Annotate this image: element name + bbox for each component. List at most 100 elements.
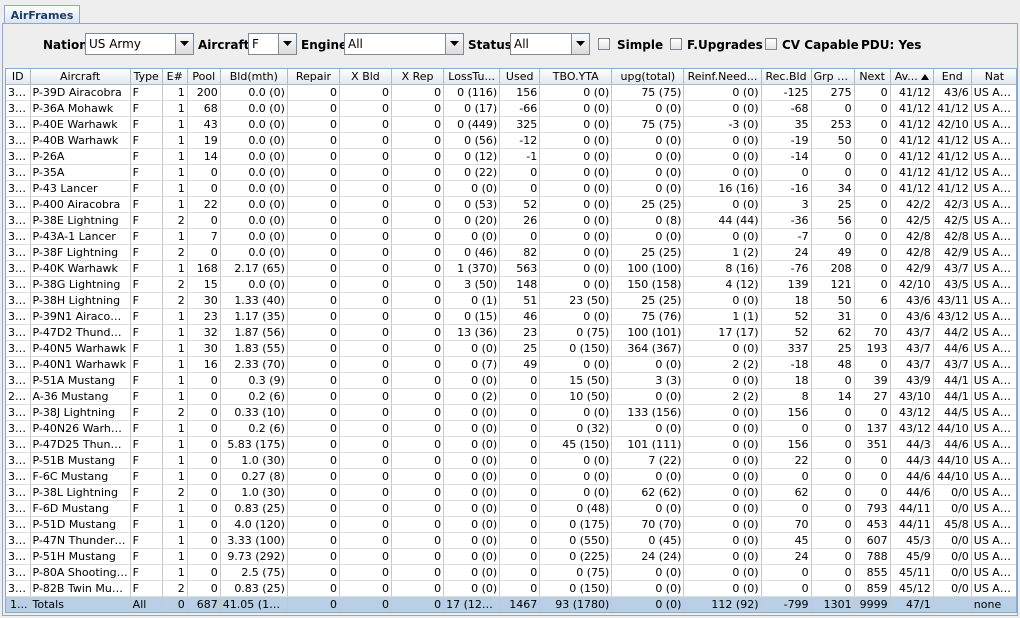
column-header[interactable]: upg(total) — [611, 69, 685, 85]
table-row[interactable]: 342 P-40E Warhawk F 1 43 0.0 (0) 0 0 0 0 (449) 325… — [6, 116, 1016, 133]
chevron-down-icon[interactable] — [278, 34, 296, 54]
table-cell: -14 — [761, 148, 812, 165]
table-row[interactable]: 343 P-40K Warhawk F 1 168 2.17 (65) 0 0 0 1 (370)… — [6, 260, 1016, 277]
table-row[interactable]: 333 P-38H Lightning F 2 30 1.33 (40) 0 0 0 0 (1) 5… — [6, 292, 1016, 309]
column-header[interactable]: Nat — [971, 69, 1016, 85]
table-row[interactable]: 345 P-40N5 Warhawk F 1 30 1.83 (55) 0 0 0 0 (0) 25… — [6, 340, 1016, 357]
table-row[interactable]: 326 P-26A F 1 14 0.0 (0) 0 0 0 0 (12) -1 0 (0) 0 (0)… — [6, 148, 1016, 165]
table-cell: 0 (0) — [683, 228, 762, 245]
column-header[interactable]: Next — [854, 69, 891, 85]
table-cell: 0 — [287, 84, 340, 101]
table-row[interactable]: 346 P-40N26 Warhawk F 1 0 0.2 (6) 0 0 0 0 (0) 0 0 (… — [6, 420, 1016, 437]
table-row[interactable]: 318 F-6C Mustang F 1 0 0.27 (8) 0 0 0 0 (0) 0 0 (0)… — [6, 468, 1016, 485]
column-header[interactable]: Bld(mth) — [220, 69, 288, 85]
table-row[interactable]: 327 P-35A F 1 0 0.0 (0) 0 0 0 0 (22) 0 0 (0) 0 (0) 0 … — [6, 164, 1016, 181]
table-row[interactable]: 344 P-40N1 Warhawk F 1 16 2.33 (70) 0 0 0 0 (7) 49… — [6, 356, 1016, 373]
column-header-label: Grp P... — [813, 70, 853, 83]
totals-row[interactable]: 1... Totals All 0 687 41.05 (1232) 0 0 0 17 (1272… — [6, 596, 1016, 612]
table-cell: 0 — [187, 244, 221, 261]
engine-dropdown[interactable]: All — [344, 33, 464, 55]
table-row[interactable]: 319 F-6D Mustang F 1 0 0.83 (25) 0 0 0 0 (0) 0 0 (4… — [6, 500, 1016, 517]
table-cell: 41/12 — [933, 132, 972, 149]
table-cell: 0 — [391, 388, 445, 405]
table-row[interactable]: 363 P-80A Shooting S... F 1 0 2.5 (75) 0 0 0 0 (0… — [6, 564, 1016, 581]
column-header[interactable]: Aircraft — [30, 69, 131, 85]
column-header[interactable]: End — [933, 69, 972, 85]
table-row[interactable]: 341 P-40B Warhawk F 1 19 0.0 (0) 0 0 0 0 (56) -12 0… — [6, 132, 1016, 149]
table-cell: 0 (0) — [683, 148, 762, 165]
table-row[interactable]: 348 P-43A-1 Lancer F 1 7 0.0 (0) 0 0 0 0 (0) 0 0 (0… — [6, 228, 1016, 245]
column-header[interactable]: X Rep — [391, 69, 445, 85]
status-dropdown[interactable]: All — [510, 33, 590, 55]
column-header[interactable]: Av... — [890, 69, 934, 85]
table-row[interactable]: 347 P-43 Lancer F 1 0 0.0 (0) 0 0 0 0 (0) 0 0 (0) 0 … — [6, 180, 1016, 197]
table-cell: 325 — [499, 116, 541, 133]
cvcapable-checkbox[interactable] — [765, 38, 777, 50]
table-cell: -799 — [761, 596, 812, 612]
table-cell: P-38F Lightning — [30, 244, 131, 261]
table-cell: 0 (17) — [443, 100, 501, 117]
table-cell: 354 — [6, 452, 31, 469]
table-row[interactable]: 334 P-38J Lightning F 2 0 0.33 (10) 0 0 0 0 (0) 0 0… — [6, 404, 1016, 421]
table-cell: 22 — [761, 452, 812, 469]
table-row[interactable]: 356 P-51H Mustang F 1 0 9.73 (292) 0 0 0 0 (0) 0 0 … — [6, 548, 1016, 565]
column-header[interactable]: LossTu... — [443, 69, 501, 85]
table-cell: A-36 Mustang — [30, 388, 131, 405]
column-header[interactable]: X Bld — [339, 69, 393, 85]
table-row[interactable]: 353 P-51A Mustang F 1 0 0.3 (9) 0 0 0 0 (0) 0 15 (5… — [6, 372, 1016, 389]
table-row[interactable]: 351 P-47N Thunderbolt F 1 0 3.33 (100) 0 0 0 0 (0… — [6, 532, 1016, 549]
table-cell: 341 — [6, 132, 31, 149]
table-row[interactable]: 331 P-38F Lightning F 2 0 0.0 (0) 0 0 0 0 (46) 82 0… — [6, 244, 1016, 261]
table-row[interactable]: 336 P-39D Airacobra F 1 200 0.0 (0) 0 0 0 0 (116)… — [6, 84, 1016, 101]
table-row[interactable]: 349P-47D2 ThunderboltF1321.87 (56)00013 … — [6, 324, 1016, 341]
column-header[interactable]: Repair — [287, 69, 340, 85]
table-cell: 0 — [811, 164, 855, 181]
column-header[interactable]: Reinf.Need... — [683, 69, 762, 85]
table-cell: P-43A-1 Lancer — [30, 228, 131, 245]
table-cell: F — [130, 516, 163, 533]
table-row[interactable]: 350 P-47D25 Thunder... F 1 0 5.83 (175) 0 0 0 0 (… — [6, 436, 1016, 453]
column-header[interactable]: E# — [162, 69, 188, 85]
fupgrades-checkbox[interactable] — [670, 38, 682, 50]
chevron-down-icon[interactable] — [445, 34, 463, 54]
table-row[interactable]: 339 P-400 Airacobra F 1 22 0.0 (0) 0 0 0 0 (53) 52… — [6, 196, 1016, 213]
table-row[interactable]: 364 P-82B Twin Must... F 2 0 0.83 (25) 0 0 0 0 (0… — [6, 580, 1016, 597]
table-cell: 0.0 (0) — [220, 212, 288, 229]
table-cell: 100 (101) — [611, 324, 685, 341]
simple-checkbox[interactable] — [598, 38, 610, 50]
table-row[interactable]: 328 P-36A Mohawk F 1 68 0.0 (0) 0 0 0 0 (17) -66 0 … — [6, 100, 1016, 117]
pdu-label: PDU: Yes — [861, 38, 922, 52]
chevron-down-icon[interactable] — [175, 34, 193, 54]
table-cell: 14 — [811, 388, 855, 405]
table-cell: 0 (0) — [539, 100, 613, 117]
table-row[interactable]: 335 P-38L Lightning F 2 0 1.0 (30) 0 0 0 0 (0) 0 0 … — [6, 484, 1016, 501]
table-cell: 0 — [499, 516, 541, 533]
table-cell: 0 (1) — [443, 292, 501, 309]
table-row[interactable]: 330 P-38E Lightning F 2 0 0.0 (0) 0 0 0 0 (20) 26 0… — [6, 212, 1016, 229]
table-cell: 0 — [287, 276, 340, 293]
table-row[interactable]: 354 P-51B Mustang F 1 0 1.0 (30) 0 0 0 0 (0) 0 0 (0… — [6, 452, 1016, 469]
table-cell: 0 — [854, 260, 891, 277]
table-cell: 25 (25) — [611, 196, 685, 213]
column-header[interactable]: Used — [499, 69, 541, 85]
aircraft-dropdown[interactable]: F — [248, 33, 297, 55]
column-header[interactable]: Pool — [187, 69, 221, 85]
table-row[interactable]: 279 A-36 Mustang F 1 0 0.2 (6) 0 0 0 0 (2) 0 10 (50… — [6, 388, 1016, 405]
column-header[interactable]: Rec.Bld — [761, 69, 812, 85]
table-cell: 0 (0) — [539, 132, 613, 149]
table-cell: 0 (150) — [539, 580, 613, 597]
table-row[interactable]: 355 P-51D Mustang F 1 0 4.0 (120) 0 0 0 0 (0) 0 0 (… — [6, 516, 1016, 533]
column-header[interactable]: TBO.YTA — [539, 69, 613, 85]
column-header[interactable]: Grp P... — [811, 69, 855, 85]
column-header[interactable]: ID — [6, 69, 31, 85]
nation-dropdown[interactable]: US Army — [85, 33, 194, 55]
table-cell: 8 — [761, 388, 812, 405]
table-row[interactable]: 332 P-38G Lightning F 2 15 0.0 (0) 0 0 0 3 (50) 14… — [6, 276, 1016, 293]
chevron-down-icon[interactable] — [571, 34, 589, 54]
column-header[interactable]: Type — [130, 69, 163, 85]
table-row[interactable]: 338 P-39N1 Airacobra F 1 23 1.17 (35) 0 0 0 0 (15… — [6, 308, 1016, 325]
table-cell: 2 — [162, 580, 188, 597]
table-cell: 193 — [854, 340, 891, 357]
table-cell: F — [130, 308, 163, 325]
tab-airframes[interactable]: AirFrames — [4, 5, 80, 24]
